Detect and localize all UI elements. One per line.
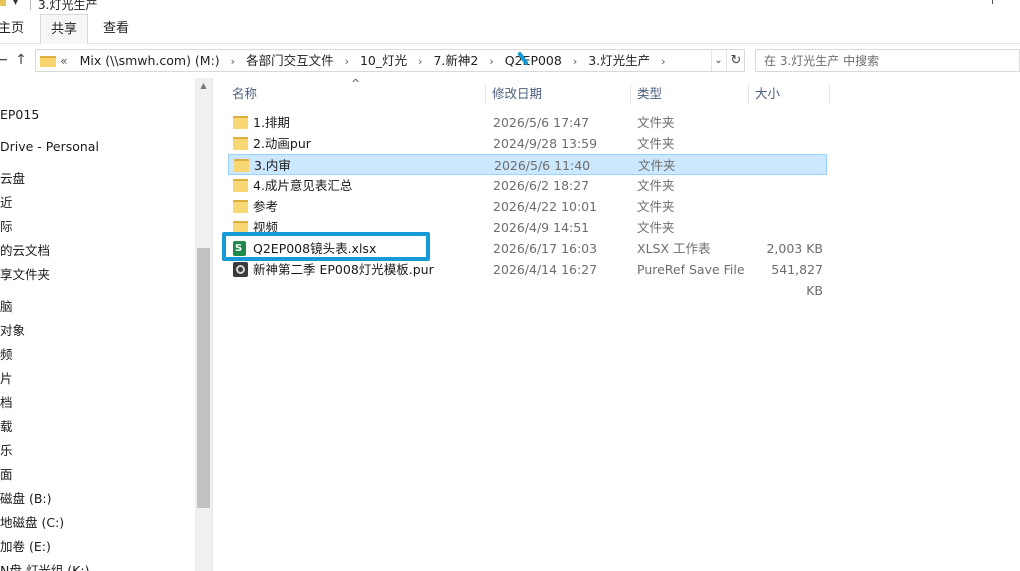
tab-view[interactable]: 查看 <box>93 14 139 44</box>
folder-icon <box>233 115 248 129</box>
nav-item-drive-k[interactable]: N盘 灯光组 (K:) <box>0 561 89 571</box>
file-size: 2,003 KB <box>766 241 823 256</box>
nav-item-pictures[interactable]: 片 <box>0 369 13 389</box>
file-name: 参考 <box>253 199 279 214</box>
file-name: 3.内审 <box>254 158 291 173</box>
file-date: 2026/5/6 11:40 <box>494 158 591 173</box>
file-type: PureRef Save File <box>637 262 745 277</box>
window-title: 3.灯光生产 <box>38 0 98 12</box>
chevron-right-icon[interactable]: › <box>418 51 422 72</box>
column-header-type[interactable]: 类型 <box>631 84 749 104</box>
pane-divider[interactable] <box>212 78 213 571</box>
chevron-right-icon[interactable]: › <box>661 51 665 72</box>
nav-item-recent[interactable]: 近 <box>0 193 13 213</box>
tab-home[interactable]: 主页 <box>0 14 34 44</box>
folder-icon <box>233 199 248 213</box>
nav-item-this-pc[interactable]: 脑 <box>0 297 13 317</box>
file-size: 541,827 KB <box>771 262 823 298</box>
file-type: 文件夹 <box>637 199 675 214</box>
file-type: 文件夹 <box>637 178 675 193</box>
address-dropdown-icon[interactable]: ⌄ <box>711 50 725 71</box>
nav-item-desktop[interactable]: 面 <box>0 465 13 485</box>
tab-share[interactable]: 共享 <box>40 14 89 45</box>
back-arrow-icon[interactable]: ← <box>0 52 8 68</box>
nav-item-onedrive-personal[interactable]: Drive - Personal <box>0 137 99 157</box>
nav-item-documents[interactable]: 档 <box>0 393 13 413</box>
list-item[interactable]: 1.排期 2026/5/6 17:47 文件夹 <box>228 112 827 133</box>
list-item[interactable]: 2.动画pur 2024/9/28 13:59 文件夹 <box>228 133 827 154</box>
folder-icon <box>40 54 56 67</box>
breadcrumb-item-current[interactable]: 3.灯光生产 <box>588 50 650 71</box>
list-item[interactable]: 参考 2026/4/22 10:01 文件夹 <box>228 196 827 217</box>
column-header-size[interactable]: 大小 <box>749 84 830 104</box>
chevron-right-icon[interactable]: › <box>573 51 577 72</box>
breadcrumb-overflow-icon[interactable]: « <box>60 50 68 71</box>
list-item[interactable]: 新神第二季 EP008灯光模板.pur 2026/4/14 16:27 Pure… <box>228 259 827 298</box>
pureref-icon <box>233 262 248 277</box>
nav-item-videos[interactable]: 频 <box>0 345 13 365</box>
nav-item-starred[interactable]: 际 <box>0 217 13 237</box>
file-type: 文件夹 <box>637 220 675 235</box>
file-date: 2026/5/6 17:47 <box>493 115 590 130</box>
ribbon: 主页 共享 查看 <box>0 14 1020 45</box>
breadcrumb-item-episode[interactable]: Q2EP008 <box>505 50 562 71</box>
highlight-annotation-box <box>222 232 430 261</box>
file-date: 2026/4/14 16:27 <box>493 262 598 277</box>
search-input[interactable] <box>764 52 1004 69</box>
window-controls[interactable] <box>992 0 993 4</box>
nav-item-cloud-docs[interactable]: 的云文档 <box>0 241 50 261</box>
file-date: 2026/4/9 14:51 <box>493 220 590 235</box>
nav-item-drive-c[interactable]: 地磁盘 (C:) <box>0 513 64 533</box>
file-date: 2026/4/22 10:01 <box>493 199 598 214</box>
nav-item-drive-e[interactable]: 加卷 (E:) <box>0 537 51 557</box>
sidebar-scroll-thumb[interactable] <box>197 248 210 508</box>
scroll-up-icon[interactable]: ▲ <box>195 80 212 92</box>
nav-item-downloads[interactable]: 载 <box>0 417 13 437</box>
nav-item-ep015[interactable]: EP015 <box>0 105 39 125</box>
file-name: 新神第二季 EP008灯光模板.pur <box>253 262 434 277</box>
quick-access-dropdown-icon[interactable]: ▾ <box>13 0 18 8</box>
breadcrumb-item-drive[interactable]: Mix (\\smwh.com) (M:) <box>80 50 220 71</box>
list-item-selected[interactable]: 3.内审 2026/5/6 11:40 文件夹 <box>228 154 827 175</box>
column-header-name[interactable]: 名称 <box>226 84 486 104</box>
file-date: 2026/6/17 16:03 <box>493 241 598 256</box>
refresh-icon[interactable]: ↻ <box>726 50 745 71</box>
file-name: 1.排期 <box>253 115 290 130</box>
file-type: 文件夹 <box>637 136 675 151</box>
title-separator <box>30 0 31 10</box>
up-arrow-icon[interactable]: ↑ <box>12 52 30 68</box>
folder-icon <box>233 178 248 192</box>
navigation-pane: EP015 Drive - Personal 云盘 近 际 的云文档 享文件夹 … <box>0 78 212 571</box>
nav-item-drive-b[interactable]: 磁盘 (B:) <box>0 489 52 509</box>
column-headers: ^ 名称 修改日期 类型 大小 <box>213 77 1020 108</box>
file-name: 4.成片意见表汇总 <box>253 178 353 193</box>
navigation-bar: ← ↑ « Mix (\\smwh.com) (M:) › 各部门交互文件 › … <box>0 44 1020 78</box>
file-name: 2.动画pur <box>253 136 311 151</box>
breadcrumb-item-departments[interactable]: 各部门交互文件 <box>246 50 334 71</box>
nav-item-shared-folders[interactable]: 享文件夹 <box>0 265 50 285</box>
nav-item-cloud-disk[interactable]: 云盘 <box>0 169 25 189</box>
file-type: XLSX 工作表 <box>637 241 711 256</box>
chevron-right-icon[interactable]: › <box>345 51 349 72</box>
nav-item-music[interactable]: 乐 <box>0 441 13 461</box>
column-header-date[interactable]: 修改日期 <box>486 84 631 104</box>
chevron-right-icon[interactable]: › <box>489 51 493 72</box>
chevron-right-icon[interactable]: › <box>231 51 235 72</box>
breadcrumb: « Mix (\\smwh.com) (M:) › 各部门交互文件 › 10_灯… <box>60 50 673 71</box>
address-bar[interactable]: « Mix (\\smwh.com) (M:) › 各部门交互文件 › 10_灯… <box>35 49 745 72</box>
file-date: 2026/6/2 18:27 <box>493 178 590 193</box>
file-type: 文件夹 <box>638 158 676 173</box>
search-box[interactable] <box>755 49 1020 72</box>
file-date: 2024/9/28 13:59 <box>493 136 598 151</box>
breadcrumb-item-lighting[interactable]: 10_灯光 <box>360 50 407 71</box>
nav-item-3d-objects[interactable]: 对象 <box>0 321 25 341</box>
folder-icon <box>234 158 249 172</box>
list-item[interactable]: 4.成片意见表汇总 2026/6/2 18:27 文件夹 <box>228 175 827 196</box>
folder-icon <box>233 136 248 150</box>
breadcrumb-item-xinshen2[interactable]: 7.新神2 <box>433 50 478 71</box>
title-bar: ▾ 3.灯光生产 <box>0 0 1020 14</box>
file-type: 文件夹 <box>637 115 675 130</box>
quick-access-folder-icon[interactable] <box>0 0 6 6</box>
